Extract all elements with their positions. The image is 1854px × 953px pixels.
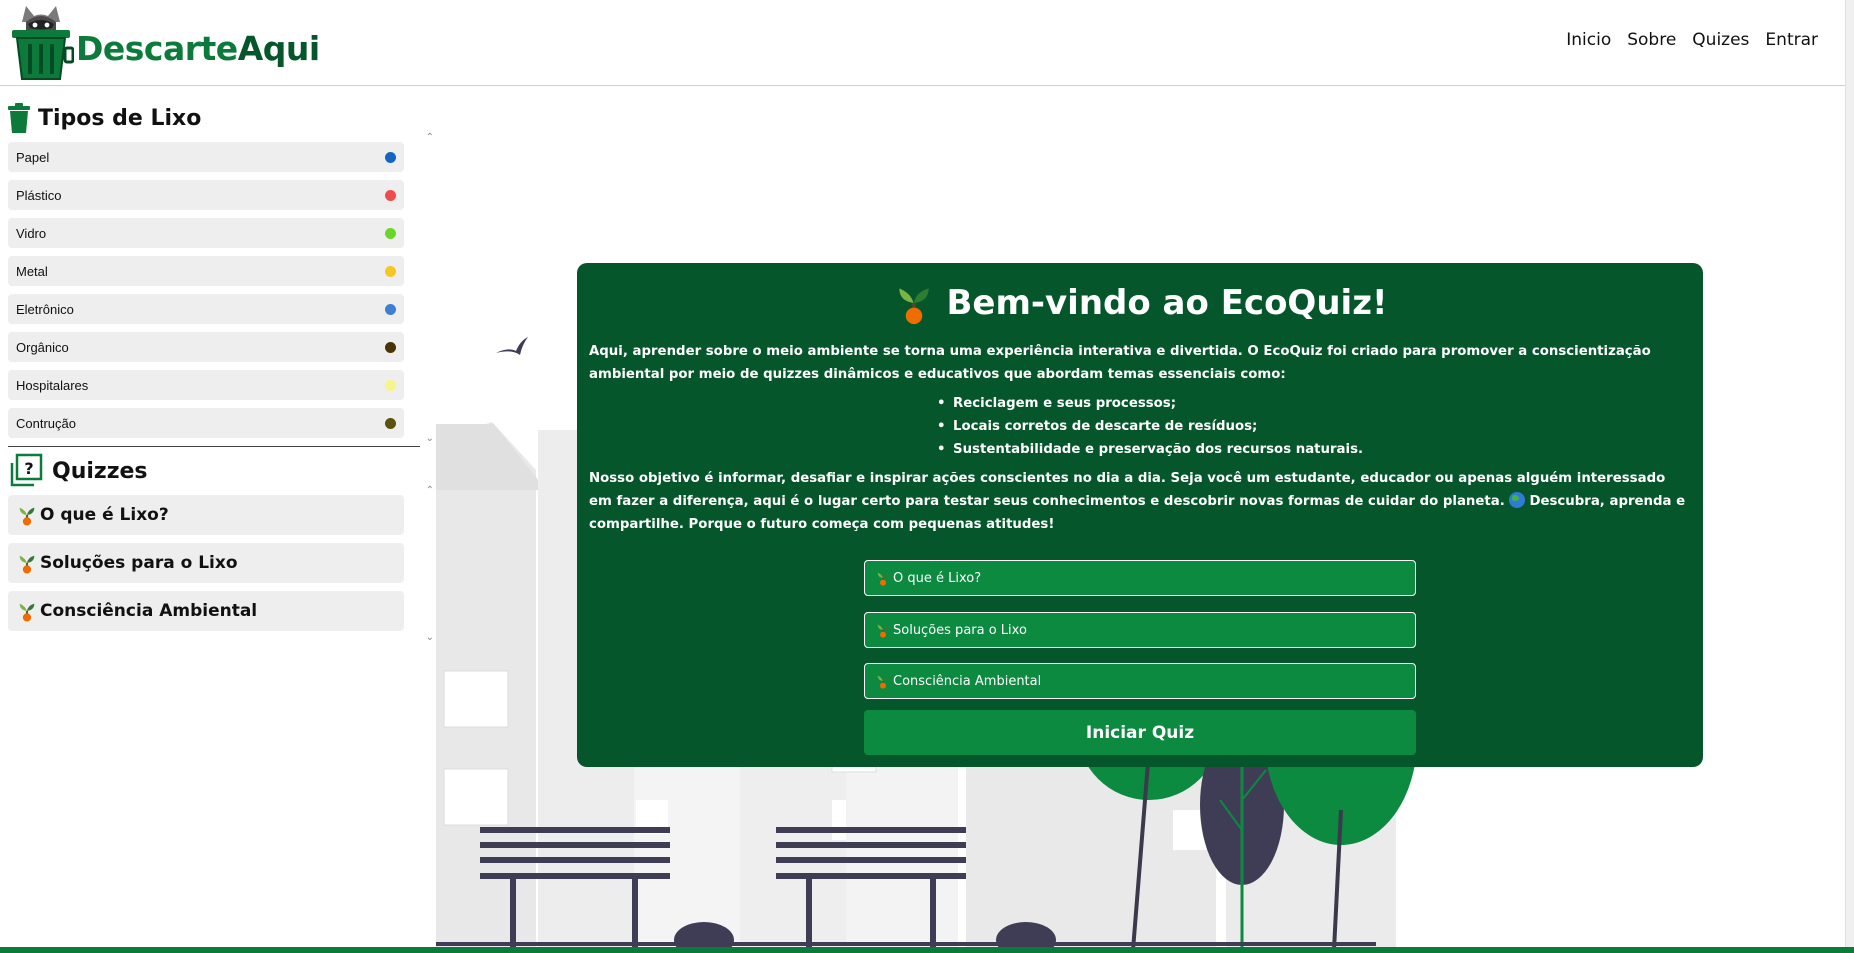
main-nav: Inicio Sobre Quizes Entrar xyxy=(1566,30,1818,50)
quizzes-list[interactable]: ⌃ O que é Lixo? Soluções para o Lixo Con… xyxy=(8,485,434,643)
welcome-body: Aqui, aprender sobre o meio ambiente se … xyxy=(589,340,1689,536)
topic-item: Reciclagem e seus processos; xyxy=(937,392,1689,415)
globe-icon xyxy=(1509,492,1526,508)
color-dot xyxy=(385,418,396,429)
sprout-icon xyxy=(877,624,889,638)
brand-name-part2: Aqui xyxy=(237,29,320,68)
welcome-title: Bem-vindo ao EcoQuiz! xyxy=(577,281,1703,325)
waste-type-label: Vidro xyxy=(16,225,47,241)
chevron-up-icon[interactable]: ⌃ xyxy=(426,132,434,143)
brand-name: DescarteAqui xyxy=(76,29,320,68)
nav-sobre[interactable]: Sobre xyxy=(1627,30,1676,50)
nav-entrar[interactable]: Entrar xyxy=(1765,30,1818,50)
waste-type-construcao[interactable]: Contrução xyxy=(8,408,404,438)
waste-type-hospitalares[interactable]: Hospitalares xyxy=(8,370,404,400)
chevron-down-icon[interactable]: ⌄ xyxy=(426,433,434,444)
waste-type-label: Orgânico xyxy=(16,339,69,355)
section-divider xyxy=(8,446,420,447)
site-header: DescarteAqui Inicio Sobre Quizes Entrar xyxy=(0,0,1845,86)
quiz-item-solucoes[interactable]: Soluções para o Lixo xyxy=(8,543,404,583)
sprout-icon xyxy=(877,572,889,586)
svg-text:?: ? xyxy=(24,459,33,478)
quiz-option-label: Soluções para o Lixo xyxy=(893,622,1027,638)
nav-quizes[interactable]: Quizes xyxy=(1692,30,1749,50)
quiz-item-consciencia[interactable]: Consciência Ambiental xyxy=(8,591,404,631)
quizzes-heading: ? Quizzes xyxy=(8,453,420,489)
quiz-option-label: Consciência Ambiental xyxy=(893,673,1042,689)
waste-type-organico[interactable]: Orgânico xyxy=(8,332,404,362)
intro-paragraph: Aqui, aprender sobre o meio ambiente se … xyxy=(589,344,1651,382)
waste-type-eletronico[interactable]: Eletrônico xyxy=(8,294,404,324)
quiz-item-label: Soluções para o Lixo xyxy=(40,553,238,573)
waste-types-heading: Tipos de Lixo xyxy=(8,100,420,136)
quizzes-title: Quizzes xyxy=(52,458,148,484)
waste-type-label: Plástico xyxy=(16,187,62,203)
start-quiz-button[interactable]: Iniciar Quiz xyxy=(864,710,1416,755)
sprout-icon xyxy=(899,288,930,325)
color-dot xyxy=(385,380,396,391)
topics-list: Reciclagem e seus processos; Locais corr… xyxy=(589,392,1689,461)
page-scrollbar[interactable] xyxy=(1845,0,1854,953)
topic-item: Locais corretos de descarte de resíduos; xyxy=(937,415,1689,438)
waste-types-title: Tipos de Lixo xyxy=(38,105,202,131)
quiz-item-o-que-e-lixo[interactable]: O que é Lixo? xyxy=(8,495,404,535)
quiz-option-solucoes[interactable]: Soluções para o Lixo xyxy=(864,612,1416,648)
bottom-accent-bar xyxy=(0,947,1854,953)
sidebar: Tipos de Lixo ⌃ Papel Plástico Vidro Met… xyxy=(8,100,434,643)
welcome-title-text: Bem-vindo ao EcoQuiz! xyxy=(946,283,1388,323)
sprout-icon xyxy=(877,675,889,689)
chevron-up-icon[interactable]: ⌃ xyxy=(426,485,434,496)
waste-type-label: Hospitalares xyxy=(16,377,89,393)
raccoon-trash-can-icon xyxy=(12,6,74,80)
brand-logo[interactable]: DescarteAqui xyxy=(8,4,320,80)
color-dot xyxy=(385,266,396,277)
outro-paragraph: Nosso objetivo é informar, desafiar e in… xyxy=(589,467,1689,536)
bird-icon xyxy=(496,337,528,355)
question-cards-icon: ? xyxy=(10,453,43,487)
trash-icon xyxy=(8,103,30,133)
quiz-item-label: Consciência Ambiental xyxy=(40,601,258,621)
waste-type-papel[interactable]: Papel xyxy=(8,142,404,172)
waste-type-vidro[interactable]: Vidro xyxy=(8,218,404,248)
color-dot xyxy=(385,342,396,353)
waste-type-label: Contrução xyxy=(16,415,76,431)
waste-type-label: Metal xyxy=(16,263,48,279)
chevron-down-icon[interactable]: ⌄ xyxy=(426,632,434,643)
sprout-icon xyxy=(19,555,35,574)
waste-type-label: Papel xyxy=(16,149,50,165)
color-dot xyxy=(385,304,396,315)
waste-type-metal[interactable]: Metal xyxy=(8,256,404,286)
brand-name-part1: Descarte xyxy=(76,29,238,68)
waste-type-plastico[interactable]: Plástico xyxy=(8,180,404,210)
welcome-card: Bem-vindo ao EcoQuiz! Aqui, aprender sob… xyxy=(577,263,1703,767)
color-dot xyxy=(385,190,396,201)
quiz-option-label: O que é Lixo? xyxy=(893,570,982,586)
topic-item: Sustentabilidade e preservação dos recur… xyxy=(937,438,1689,461)
page: DescarteAqui Inicio Sobre Quizes Entrar … xyxy=(0,0,1854,953)
sprout-icon xyxy=(19,507,35,526)
nav-inicio[interactable]: Inicio xyxy=(1566,30,1611,50)
waste-type-label: Eletrônico xyxy=(16,301,74,317)
quiz-option-o-que-e-lixo[interactable]: O que é Lixo? xyxy=(864,560,1416,596)
color-dot xyxy=(385,152,396,163)
sprout-icon xyxy=(19,603,35,622)
quiz-option-consciencia[interactable]: Consciência Ambiental xyxy=(864,663,1416,699)
color-dot xyxy=(385,228,396,239)
quiz-item-label: O que é Lixo? xyxy=(40,505,169,525)
outro-text: Nosso objetivo é informar, desafiar e in… xyxy=(589,471,1666,509)
waste-types-list[interactable]: ⌃ Papel Plástico Vidro Metal Eletrônico … xyxy=(8,132,434,444)
